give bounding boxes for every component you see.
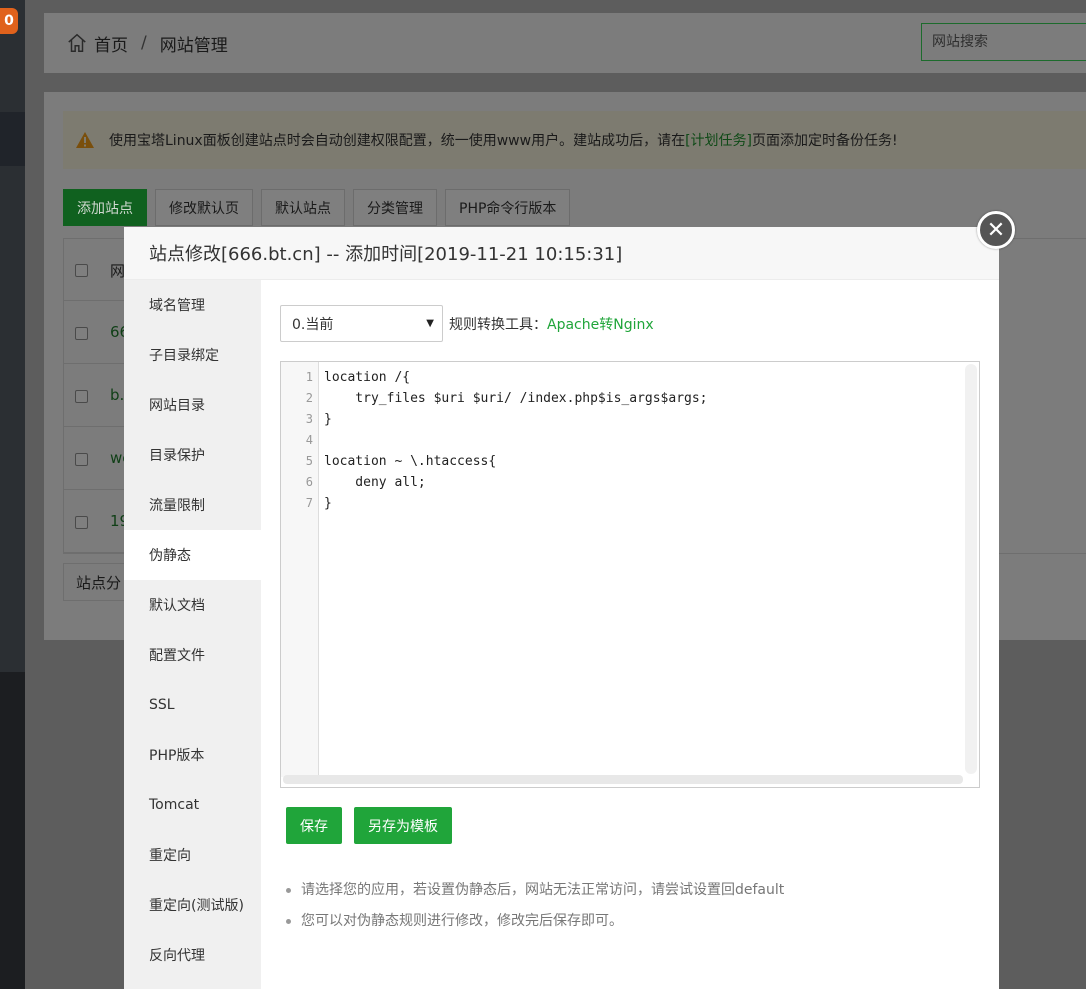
rewrite-code-editor[interactable]: 1 2 3 4 5 6 7 location /{ try_files $uri… <box>280 361 980 788</box>
rewrite-rule-select[interactable]: 0.当前 ▼ <box>280 305 443 342</box>
table-row: 66 <box>64 302 129 364</box>
code-line: location ~ \.htaccess{ <box>324 454 497 469</box>
close-icon[interactable]: ✕ <box>977 211 1015 249</box>
menu-site-dir[interactable]: 网站目录 <box>124 380 261 430</box>
home-icon[interactable] <box>66 32 88 54</box>
table-row: we <box>64 428 132 490</box>
save-as-template-button[interactable]: 另存为模板 <box>354 807 452 844</box>
left-sidebar <box>0 0 25 989</box>
vertical-scrollbar[interactable] <box>965 364 977 774</box>
select-all-checkbox[interactable] <box>75 264 88 277</box>
line-number: 5 <box>305 454 313 468</box>
breadcrumb-separator: / <box>141 33 147 53</box>
menu-default-doc[interactable]: 默认文档 <box>124 580 261 630</box>
code-content[interactable]: location /{ try_files $uri $uri/ /index.… <box>324 367 708 514</box>
table-row: b. <box>64 365 126 427</box>
code-line: deny all; <box>324 475 426 490</box>
row-checkbox[interactable] <box>75 453 88 466</box>
notice-link[interactable]: [计划任务] <box>685 130 752 150</box>
sidebar-lower <box>0 672 25 989</box>
row-checkbox[interactable] <box>75 390 88 403</box>
default-site-button[interactable]: 默认站点 <box>261 189 345 226</box>
menu-redirect[interactable]: 重定向 <box>124 830 261 880</box>
line-number: 6 <box>305 475 313 489</box>
tip-item: 请选择您的应用，若设置伪静态后，网站无法正常访问，请尝试设置回default <box>286 880 784 911</box>
breadcrumb-home[interactable]: 首页 <box>94 31 128 56</box>
editor-actions: 保存 另存为模板 <box>286 807 452 844</box>
php-cli-version-button[interactable]: PHP命令行版本 <box>445 189 571 226</box>
line-number: 4 <box>305 433 313 447</box>
horizontal-scrollbar[interactable] <box>283 775 963 784</box>
line-number: 2 <box>305 391 313 405</box>
site-edit-modal: 站点修改[666.bt.cn] -- 添加时间[2019-11-21 10:15… <box>124 227 999 989</box>
menu-php-version[interactable]: PHP版本 <box>124 730 261 780</box>
code-line: } <box>324 412 332 427</box>
warning-icon <box>76 132 94 148</box>
menu-config-file[interactable]: 配置文件 <box>124 630 261 680</box>
line-number: 1 <box>305 370 313 384</box>
rule-row: 0.当前 ▼ 规则转换工具： Apache转Nginx <box>280 305 654 342</box>
dropdown-arrow-icon: ▼ <box>426 318 434 329</box>
menu-tomcat[interactable]: Tomcat <box>124 780 261 830</box>
menu-dir-protect[interactable]: 目录保护 <box>124 430 261 480</box>
notification-badge[interactable]: 0 <box>0 8 18 34</box>
site-name-link[interactable]: b. <box>110 386 124 404</box>
menu-reverse-proxy[interactable]: 反向代理 <box>124 930 261 980</box>
modal-side-menu: 域名管理 子目录绑定 网站目录 目录保护 流量限制 伪静态 默认文档 配置文件 … <box>124 280 261 989</box>
notice-bar: 使用宝塔Linux面板创建站点时会自动创建权限配置，统一使用www用户。建站成功… <box>63 111 1086 169</box>
code-line: location /{ <box>324 370 411 385</box>
menu-rewrite[interactable]: 伪静态 <box>124 530 261 580</box>
sidebar-active-item[interactable] <box>0 112 25 166</box>
line-number: 3 <box>305 412 313 426</box>
save-button[interactable]: 保存 <box>286 807 342 844</box>
rule-tool-label: 规则转换工具： <box>449 316 547 333</box>
notice-text: 使用宝塔Linux面板创建站点时会自动创建权限配置，统一使用www用户。建站成功… <box>109 133 686 149</box>
tips-list: 请选择您的应用，若设置伪静态后，网站无法正常访问，请尝试设置回default 您… <box>286 880 784 942</box>
category-manage-button[interactable]: 分类管理 <box>353 189 437 226</box>
code-line: } <box>324 496 332 511</box>
site-category-select[interactable]: 站点分 <box>63 563 125 601</box>
line-number: 7 <box>305 496 313 510</box>
row-checkbox[interactable] <box>75 516 88 529</box>
table-row: 19 <box>64 491 129 553</box>
site-search-input[interactable] <box>921 23 1086 61</box>
add-site-button[interactable]: 添加站点 <box>63 189 147 226</box>
modal-title: 站点修改[666.bt.cn] -- 添加时间[2019-11-21 10:15… <box>124 227 999 280</box>
line-number-gutter: 1 2 3 4 5 6 7 <box>281 362 319 777</box>
site-toolbar: 添加站点 修改默认页 默认站点 分类管理 PHP命令行版本 <box>63 189 571 226</box>
rewrite-rule-value: 0.当前 <box>292 316 334 333</box>
breadcrumb-current: 网站管理 <box>159 35 228 56</box>
menu-domain[interactable]: 域名管理 <box>124 280 261 330</box>
menu-subdir-bind[interactable]: 子目录绑定 <box>124 330 261 380</box>
edit-default-page-button[interactable]: 修改默认页 <box>155 189 253 226</box>
menu-ssl[interactable]: SSL <box>124 680 261 730</box>
apache-to-nginx-link[interactable]: Apache转Nginx <box>547 314 654 334</box>
code-line: try_files $uri $uri/ /index.php$is_args$… <box>324 391 708 406</box>
table-header-label: 网 <box>110 262 126 280</box>
rewrite-panel: 0.当前 ▼ 规则转换工具： Apache转Nginx 1 2 3 4 5 6 … <box>261 280 999 989</box>
row-checkbox[interactable] <box>75 327 88 340</box>
menu-redirect-beta[interactable]: 重定向(测试版) <box>124 880 261 930</box>
notice-text-end: 页面添加定时备份任务! <box>752 133 898 149</box>
table-header: 网 <box>64 239 126 301</box>
tip-item: 您可以对伪静态规则进行修改，修改完后保存即可。 <box>286 911 784 942</box>
menu-traffic-limit[interactable]: 流量限制 <box>124 480 261 530</box>
